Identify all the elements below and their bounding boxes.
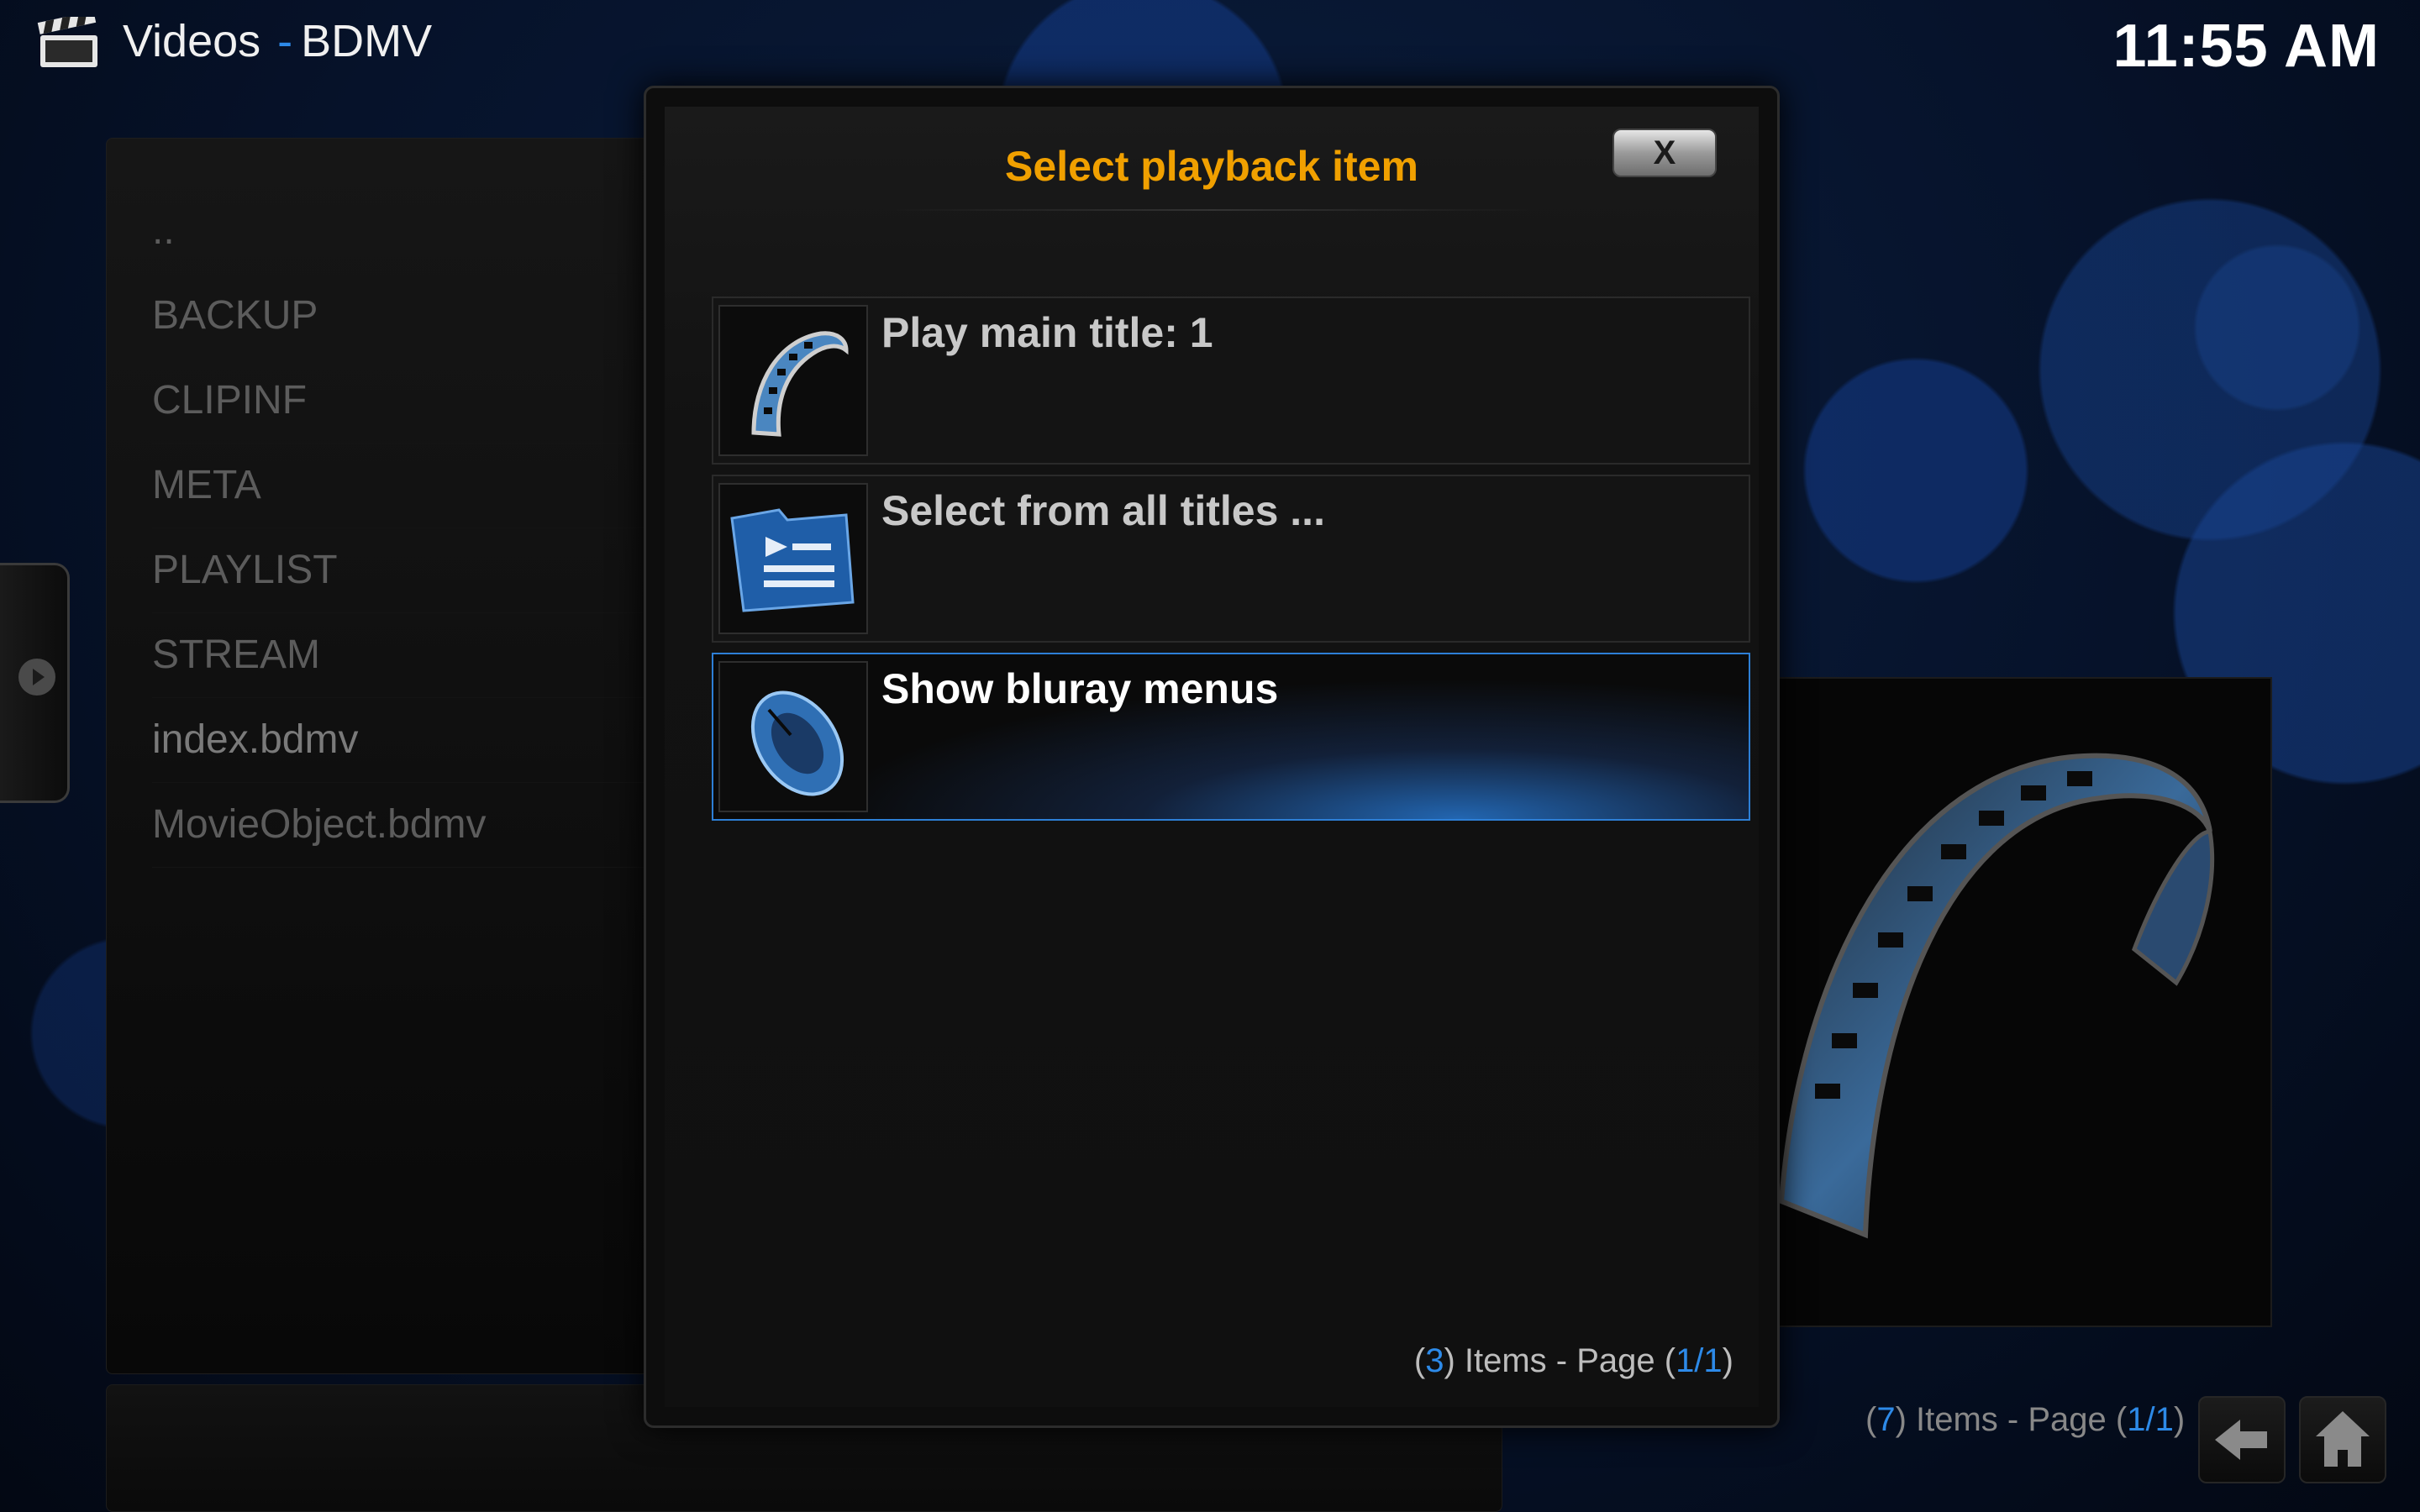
option-thumbnail (718, 483, 868, 634)
back-arrow-icon (2215, 1420, 2267, 1460)
folder-list-icon (730, 508, 855, 612)
dialog-body: Select playback item X Play main title: … (665, 107, 1759, 1407)
clapperboard-icon (37, 17, 97, 67)
footer-page-number: 1/1 (2127, 1401, 2174, 1438)
option-show-bluray-menus[interactable]: Show bluray menus (712, 653, 1750, 821)
file-list-panel: .. BACKUP CLIPINF META PLAYLIST STREAM i… (106, 138, 729, 1374)
item-count: (7) Items - Page (1/1) (1865, 1401, 2185, 1439)
option-play-main-title[interactable]: Play main title: 1 (712, 297, 1750, 465)
dialog-count-number: 3 (1425, 1342, 1444, 1379)
film-reel-icon (751, 331, 849, 437)
list-item-backup[interactable]: BACKUP (152, 274, 690, 359)
close-button[interactable]: X (1612, 129, 1717, 177)
film-reel-artwork (1778, 753, 2215, 1239)
option-label: Show bluray menus (881, 665, 1279, 712)
option-label: Play main title: 1 (881, 309, 1213, 356)
footer-count-open: ( (1865, 1401, 1877, 1438)
footer-page-close: ) (2173, 1401, 2186, 1438)
footer-count-number: 7 (1876, 1401, 1896, 1438)
option-label: Select from all titles ... (881, 487, 1325, 534)
option-thumbnail (718, 305, 868, 456)
dialog-page-number: 1/1 (1676, 1342, 1723, 1379)
list-item-index-bdmv[interactable]: index.bdmv (152, 698, 690, 783)
clock: 11:55 AM (2112, 13, 2380, 80)
breadcrumb: Videos - BDMV (123, 15, 432, 67)
option-thumbnail (718, 661, 868, 812)
dialog-page-close: ) (1722, 1342, 1733, 1379)
dialog-count-open: ( (1413, 1342, 1426, 1379)
dialog-title: Select playback item (1005, 143, 1418, 190)
footer-count-text: ) Items - Page ( (1895, 1401, 2128, 1438)
chevron-right-icon[interactable] (18, 659, 55, 696)
header-section: Videos (123, 16, 261, 66)
option-select-all-titles[interactable]: Select from all titles ... (712, 475, 1750, 643)
list-item-movieobject-bdmv[interactable]: MovieObject.bdmv (152, 783, 690, 868)
dialog-item-count: (3) Items - Page (1/1) (1414, 1342, 1733, 1380)
playback-dialog: Select playback item X Play main title: … (644, 86, 1780, 1428)
home-icon (2316, 1411, 2370, 1467)
title-divider (883, 209, 1540, 211)
dialog-count-text: ) Items - Page ( (1444, 1342, 1676, 1379)
back-button[interactable] (2198, 1396, 2286, 1483)
list-item-playlist[interactable]: PLAYLIST (152, 528, 690, 613)
home-button[interactable] (2299, 1396, 2386, 1483)
list-item-parent[interactable]: .. (152, 189, 690, 274)
file-list: .. BACKUP CLIPINF META PLAYLIST STREAM i… (152, 189, 690, 868)
list-item-clipinf[interactable]: CLIPINF (152, 359, 690, 444)
breadcrumb-separator: - (277, 16, 293, 66)
header-path: BDMV (301, 16, 433, 66)
list-item-meta[interactable]: META (152, 444, 690, 528)
list-item-stream[interactable]: STREAM (152, 613, 690, 698)
mouse-icon (750, 690, 844, 796)
